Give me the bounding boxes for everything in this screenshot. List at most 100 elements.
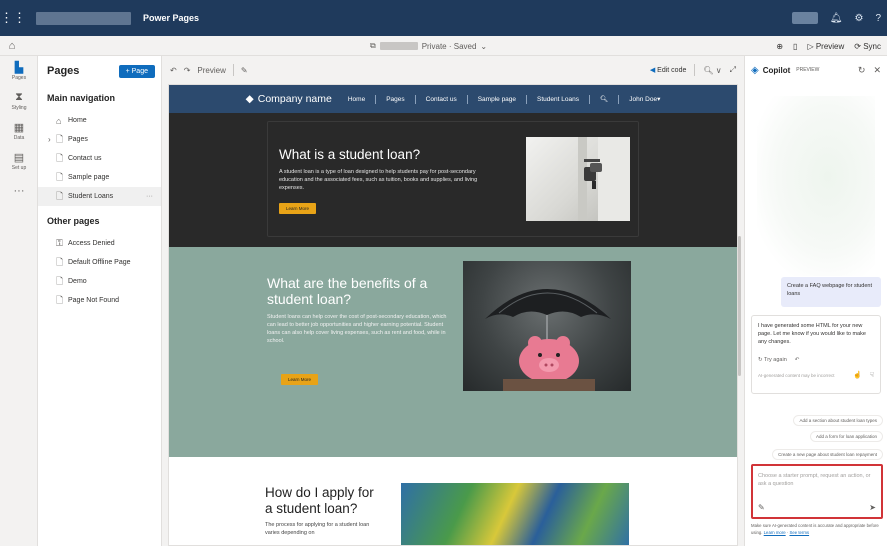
environment-switcher[interactable] [791,12,818,24]
redo-icon[interactable]: ↷ [184,66,191,75]
home-icon: ⌂ [56,115,62,126]
nav-link-sample-page[interactable]: Sample page [478,96,516,103]
sparkle-icon[interactable]: ✎ [758,504,765,512]
page-item-pages[interactable]: › 🗋︎ Pages [38,130,161,149]
bell-icon[interactable]: 🔔︎ [830,13,843,24]
rail-item-pages[interactable]: ▙ Pages [0,56,38,86]
styling-icon: ⧗ [15,91,23,103]
canvas-scrollbar[interactable] [738,236,741,376]
rail-item-data[interactable]: ▦ Data [0,116,38,146]
abstract-paint-image [401,483,629,545]
preview-button[interactable]: ▷ Preview [807,42,844,51]
more-options-icon[interactable]: ··· [146,193,153,200]
company-logo[interactable]: ◆ Company name [246,93,332,105]
nav-link-contact-us[interactable]: Contact us [426,96,457,103]
thumbs-up-icon[interactable]: ☝ [853,372,862,380]
suggestion-chip[interactable]: Create a new page about student loan rep… [772,449,883,460]
divider [694,64,696,76]
section-how-to-apply[interactable]: How do I apply for a student loan? The p… [169,457,737,545]
pages-icon: ▙ [14,62,24,74]
user-message: Create a FAQ webpage for student loans [781,277,881,307]
site-status: Private · Saved [421,41,477,51]
page-label: Pages [68,136,88,143]
pages-panel: Pages + Page Main navigation ⌂ Home › 🗋︎… [38,56,162,546]
rail-label: Styling [11,105,27,111]
learn-more-link[interactable]: Learn more [764,530,786,535]
code-icon: ◀ [649,67,656,74]
thumbs-down-icon[interactable]: ☟ [870,372,874,380]
copilot-panel: ◈ Copilot PREVIEW ↻ ✕ Create a FAQ webpa… [744,56,887,546]
settings-icon[interactable]: ⚙ [854,13,863,24]
user-menu[interactable]: John Doe▾ [629,95,660,103]
search-icon[interactable]: 🔍︎ [600,95,608,103]
environment-name[interactable] [36,11,131,25]
rail-item-setup[interactable]: ▤ Set up [0,146,38,176]
divider [414,94,416,104]
page-icon: 🗋︎ [56,275,64,286]
refresh-icon[interactable]: ↻ [858,65,866,76]
page-item-contact-us[interactable]: 🗋︎ Contact us [38,149,161,168]
section-body: Student loans can help cover the cost of… [267,314,447,344]
page-item-home[interactable]: ⌂ Home [38,111,161,130]
send-icon[interactable]: ➤ [869,504,876,512]
page-item-demo[interactable]: 🗋︎ Demo [38,272,161,291]
section-title: What is a student loan? [279,147,421,162]
page-item-page-not-found[interactable]: 🗋︎ Page Not Found [38,291,161,310]
nav-link-pages[interactable]: Pages [386,96,404,103]
copilot-input[interactable]: Choose a starter prompt, request an acti… [751,464,883,519]
page-icon: 🗋︎ [56,133,64,144]
device-icon[interactable]: ▯ [793,42,797,51]
help-icon[interactable]: ? [875,13,881,24]
section-what-is[interactable]: What is a student loan? A student loan i… [169,113,737,247]
edit-code-button[interactable]: ◀ Edit code [650,66,687,74]
sync-button[interactable]: ⟳ Sync [854,42,881,51]
home-icon[interactable]: ⌂ [0,40,24,52]
mode-dropdown[interactable]: Preview [197,66,225,75]
ai-note: AI-generated content may be incorrect [758,373,835,378]
chevron-right-icon[interactable]: › [48,135,56,144]
section-body: The process for applying for a student l… [265,522,370,536]
site-preview: ◆ Company name Home Pages Contact us Samp… [168,84,738,546]
piggy-bank-umbrella-image [463,261,631,391]
close-icon[interactable]: ✕ [873,65,881,76]
add-page-button[interactable]: + Page [118,64,155,78]
page-label: Home [68,117,87,124]
site-info[interactable]: ⧉ Private · Saved ⌄ [370,36,487,56]
page-icon: 🗋︎ [56,190,64,201]
zoom-dropdown[interactable]: 🔍︎ ∨ [703,66,721,75]
see-terms-link[interactable]: See terms [789,530,809,535]
pencil-icon[interactable]: ✎ [241,66,248,75]
rail-item-styling[interactable]: ⧗ Styling [0,86,38,116]
learn-more-button[interactable]: Learn More [279,203,317,214]
edit-code-label: Edit code [657,67,687,74]
suggestion-chip[interactable]: Add a form for loan application [809,431,883,442]
section-benefits[interactable]: What are the benefits of a student loan?… [169,247,737,457]
page-item-student-loans[interactable]: 🗋︎ Student Loans ··· [38,187,161,206]
page-item-sample-page[interactable]: 🗋︎ Sample page [38,168,161,187]
learn-more-button[interactable]: Learn More [281,374,319,385]
app-header: ⋮⋮ Power Pages 🔔︎ ⚙ ? [0,0,887,36]
piggy-bank-illustration [485,289,611,391]
rail-item-more[interactable]: ··· [0,176,38,206]
suggestion-chip[interactable]: Add a section about student loan types [793,415,883,426]
page-item-default-offline[interactable]: 🗋︎ Default Offline Page [38,253,161,272]
product-name: Power Pages [143,13,200,23]
section-title: How do I apply for a student loan? [265,485,374,516]
undo-icon[interactable]: ↶ [170,66,177,75]
undo-icon[interactable]: ↶ [795,356,800,364]
company-name: Company name [257,93,332,105]
user-name: John Doe [629,96,658,103]
share-icon[interactable]: ⊕ [776,42,783,51]
nav-link-home[interactable]: Home [348,96,365,103]
nav-link-student-loans[interactable]: Student Loans [537,96,579,103]
copilot-background [757,96,875,276]
expand-icon[interactable]: ⤢ [730,65,736,75]
main-navigation-heading: Main navigation [47,93,116,103]
pages-title: Pages [47,65,80,77]
page-label: Contact us [68,155,102,162]
page-item-access-denied[interactable]: ⚿ Access Denied [38,234,161,253]
try-again-button[interactable]: ↻ Try again [758,356,787,364]
rail-label: Pages [11,75,27,81]
site-navbar: ◆ Company name Home Pages Contact us Samp… [169,85,737,113]
app-launcher-icon[interactable]: ⋮⋮ [0,10,26,26]
